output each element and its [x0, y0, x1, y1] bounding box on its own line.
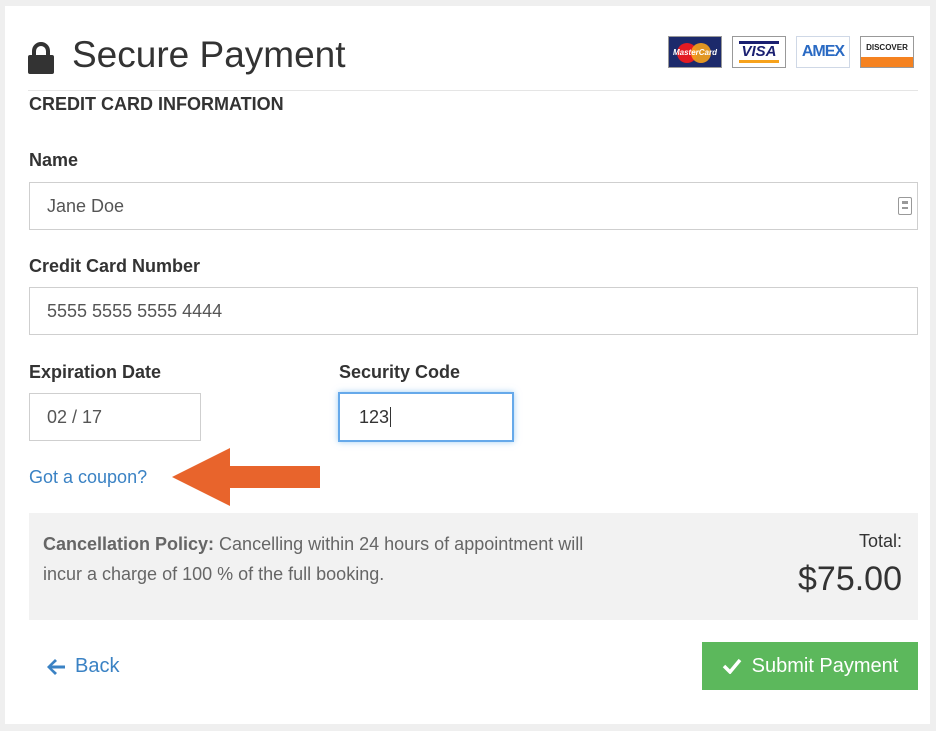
- total-label: Total:: [858, 531, 902, 551]
- visa-icon: VISA: [732, 36, 786, 68]
- coupon-link[interactable]: Got a coupon?: [29, 467, 147, 488]
- security-code-value: 123: [359, 406, 390, 427]
- card-number-label: Credit Card Number: [29, 256, 201, 276]
- orange-arrow-icon: [172, 448, 320, 506]
- text-caret: [390, 407, 392, 427]
- checkmark-icon: [722, 658, 741, 674]
- name-value: Jane Doe: [47, 195, 125, 216]
- card-number-value: 5555 5555 5555 4444: [47, 300, 223, 321]
- total-amount: $75.00: [798, 560, 902, 598]
- discover-icon: DISCOVER: [860, 36, 914, 68]
- cancellation-policy-box: Cancellation Policy: Cancelling within 2…: [29, 513, 918, 620]
- lock-icon: [28, 42, 54, 74]
- security-code-field[interactable]: 123: [338, 392, 514, 442]
- amex-icon: AMEX: [796, 36, 850, 68]
- arrow-left-icon: [47, 658, 65, 675]
- policy-text: Cancellation Policy: Cancelling within 2…: [43, 529, 603, 589]
- expiry-field[interactable]: 02 / 17: [29, 393, 201, 441]
- contact-card-icon[interactable]: [898, 197, 912, 215]
- accepted-cards: MasterCard VISA AMEX DISCOVER: [668, 36, 914, 70]
- back-button[interactable]: Back: [47, 655, 119, 678]
- name-label: Name: [29, 150, 79, 170]
- expiry-label: Expiration Date: [29, 362, 162, 382]
- expiry-value: 02 / 17: [47, 406, 103, 427]
- submit-label: Submit Payment: [751, 654, 899, 677]
- security-code-label: Security Code: [339, 362, 461, 382]
- page-title: Secure Payment: [72, 34, 346, 75]
- policy-title: Cancellation Policy:: [43, 534, 215, 554]
- submit-payment-button[interactable]: Submit Payment: [702, 642, 918, 690]
- payment-header: Secure Payment MasterCard VISA AMEX DISC…: [28, 34, 918, 91]
- mastercard-icon: MasterCard: [668, 36, 722, 68]
- back-label: Back: [75, 655, 120, 677]
- name-field[interactable]: Jane Doe: [29, 182, 918, 230]
- card-number-field[interactable]: 5555 5555 5555 4444: [29, 287, 918, 335]
- section-title: CREDIT CARD INFORMATION: [29, 94, 284, 114]
